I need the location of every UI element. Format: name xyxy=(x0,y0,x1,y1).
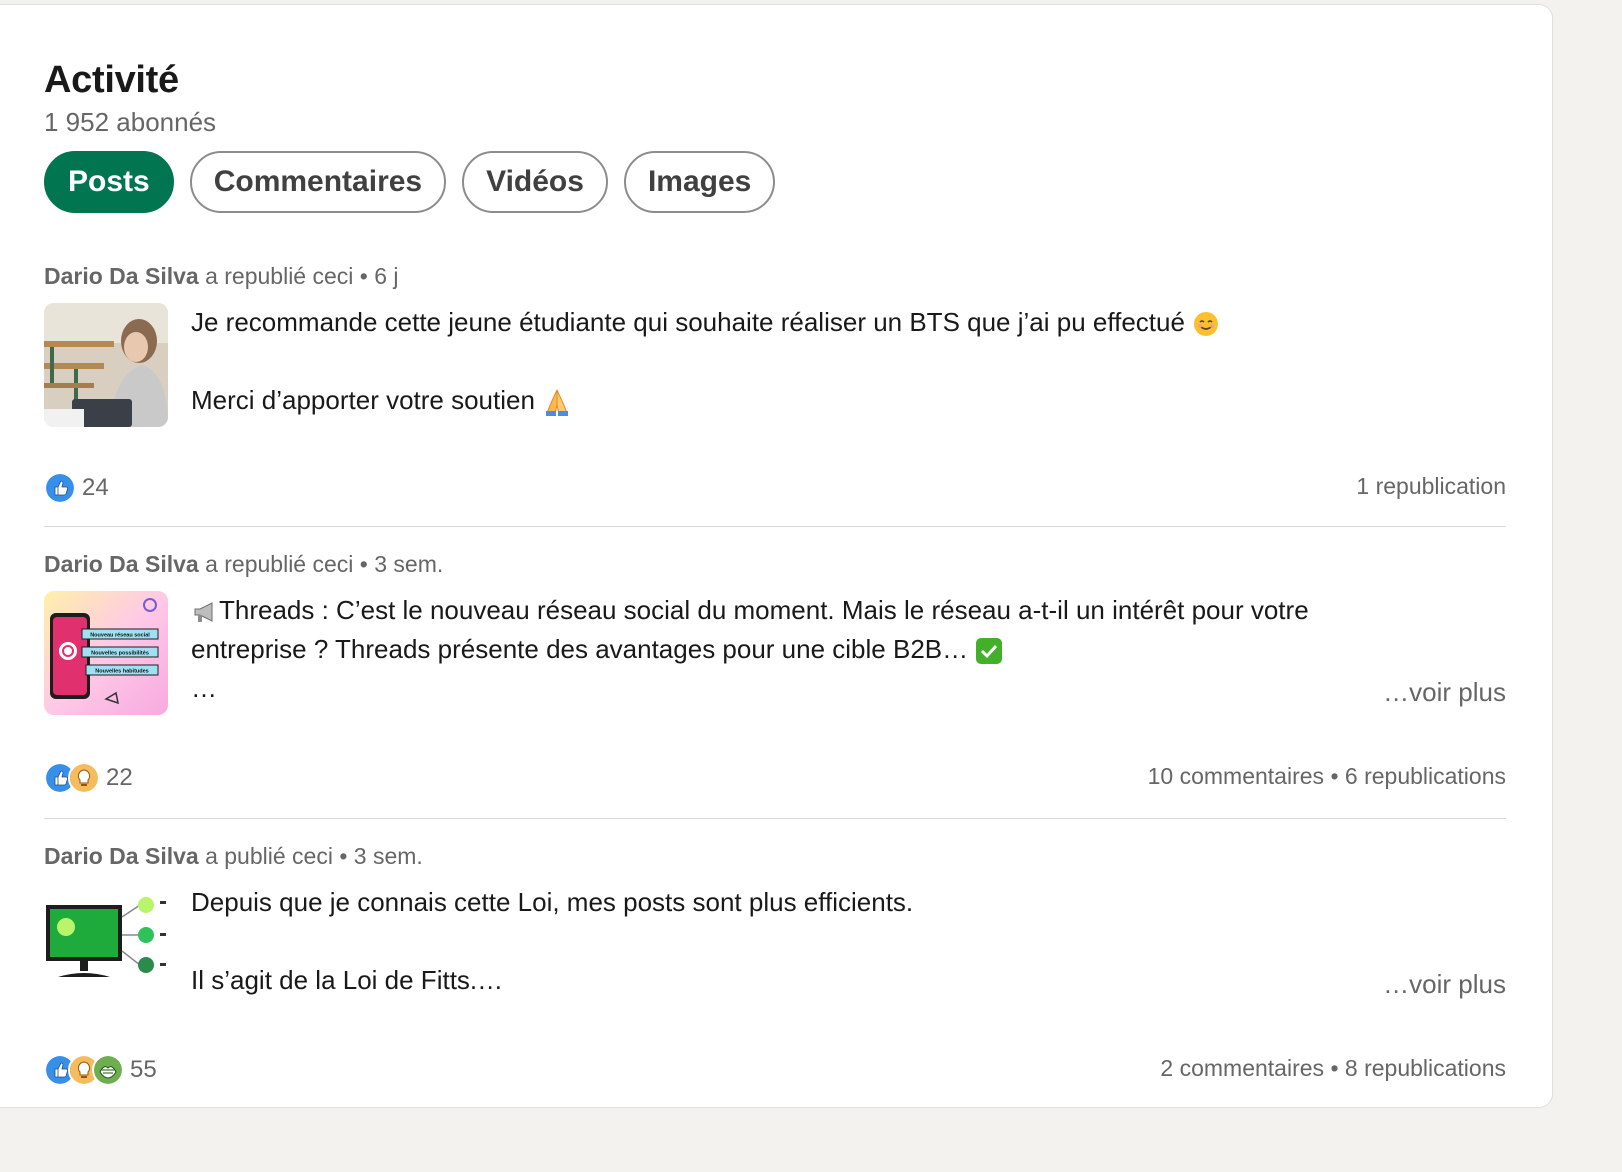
smiling-face-icon xyxy=(1194,312,1219,337)
reposts-count[interactable]: 8 republications xyxy=(1345,1055,1506,1081)
section-title: Activité xyxy=(44,59,179,101)
dot-separator: • xyxy=(359,551,368,577)
post-header: Dario Da Silva a publié ceci • 3 sem. xyxy=(44,843,423,870)
post-action: a republié ceci xyxy=(205,263,354,289)
post-text[interactable]: Je recommande cette jeune étudiante qui … xyxy=(191,303,1506,420)
post-time: 6 j xyxy=(374,263,399,289)
post-action: a publié ceci xyxy=(205,843,333,869)
tab-images[interactable]: Images xyxy=(623,151,776,213)
post-time: 3 sem. xyxy=(374,551,444,577)
post-stats: 2 commentaires • 8 republications xyxy=(1160,1055,1506,1082)
post-thumbnail[interactable] xyxy=(44,303,168,427)
dot-separator: • xyxy=(1330,763,1339,789)
reaction-count: 24 xyxy=(82,474,109,501)
comments-count[interactable]: 2 commentaires xyxy=(1160,1055,1324,1081)
post-text-line: entreprise ? Threads présente des avanta… xyxy=(191,634,969,664)
like-icon xyxy=(44,472,76,504)
dot-separator: • xyxy=(359,263,368,289)
post-author[interactable]: Dario Da Silva xyxy=(44,551,199,577)
support-icon xyxy=(92,1054,124,1086)
threads-graphic-image: Nouveau réseau social Nouvelles possibil… xyxy=(44,591,168,715)
divider xyxy=(44,526,1506,527)
post-text-line: Je recommande cette jeune étudiante qui … xyxy=(191,307,1185,337)
fitts-law-graphic-image xyxy=(44,883,168,1007)
activity-tabs: Posts Commentaires Vidéos Images xyxy=(44,151,776,213)
post-text-line: Depuis que je connais cette Loi, mes pos… xyxy=(191,887,914,917)
dot-separator: • xyxy=(339,843,348,869)
see-more-button[interactable]: …voir plus xyxy=(1383,677,1506,708)
post-author[interactable]: Dario Da Silva xyxy=(44,843,199,869)
check-mark-icon xyxy=(976,638,1003,665)
tab-posts[interactable]: Posts xyxy=(44,151,174,213)
thumb-label: Nouvelles habitudes xyxy=(95,669,149,675)
post-stats: 10 commentaires • 6 republications xyxy=(1148,763,1506,790)
post-time: 3 sem. xyxy=(353,843,423,869)
reactions-summary[interactable]: 55 xyxy=(44,1054,157,1086)
dot-separator: • xyxy=(1330,1055,1339,1081)
post-header: Dario Da Silva a republié ceci • 3 sem. xyxy=(44,551,443,578)
reaction-count: 55 xyxy=(130,1056,157,1083)
divider xyxy=(44,818,1506,819)
tab-comments[interactable]: Commentaires xyxy=(189,151,447,213)
post-text[interactable]: Threads : C’est le nouveau réseau social… xyxy=(191,591,1506,708)
student-photo-image xyxy=(44,303,168,427)
post-author[interactable]: Dario Da Silva xyxy=(44,263,199,289)
thumb-label: Nouvelles possibilités xyxy=(91,651,149,657)
reactions-summary[interactable]: 24 xyxy=(44,472,109,504)
praying-hands-icon xyxy=(546,389,569,417)
see-more-button[interactable]: …voir plus xyxy=(1383,969,1506,1000)
activity-card: Activité 1 952 abonnés Posts Commentaire… xyxy=(0,4,1553,1108)
followers-count[interactable]: 1 952 abonnés xyxy=(44,107,216,138)
post-text-line: Il s’agit de la Loi de Fitts.… xyxy=(191,965,504,995)
reactions-summary[interactable]: 22 xyxy=(44,762,133,794)
reposts-count[interactable]: 1 republication xyxy=(1356,473,1506,499)
post-stats[interactable]: 1 republication xyxy=(1356,473,1506,500)
comments-count[interactable]: 10 commentaires xyxy=(1148,763,1324,789)
post-text-line: Merci d’apporter votre soutien xyxy=(191,385,535,415)
post-text-line: Threads : C’est le nouveau réseau social… xyxy=(219,595,1309,625)
thumb-label: Nouveau réseau social xyxy=(90,633,150,639)
tab-videos[interactable]: Vidéos xyxy=(462,151,608,213)
megaphone-icon xyxy=(194,602,213,623)
post-header: Dario Da Silva a republié ceci • 6 j xyxy=(44,263,399,290)
reaction-count: 22 xyxy=(106,764,133,791)
post-thumbnail[interactable] xyxy=(44,883,168,1007)
post-text-line: … xyxy=(191,673,217,703)
post-action: a republié ceci xyxy=(205,551,354,577)
post-thumbnail[interactable]: Nouveau réseau social Nouvelles possibil… xyxy=(44,591,168,715)
post-text[interactable]: Depuis que je connais cette Loi, mes pos… xyxy=(191,883,1506,1000)
reposts-count[interactable]: 6 republications xyxy=(1345,763,1506,789)
insightful-icon xyxy=(68,762,100,794)
